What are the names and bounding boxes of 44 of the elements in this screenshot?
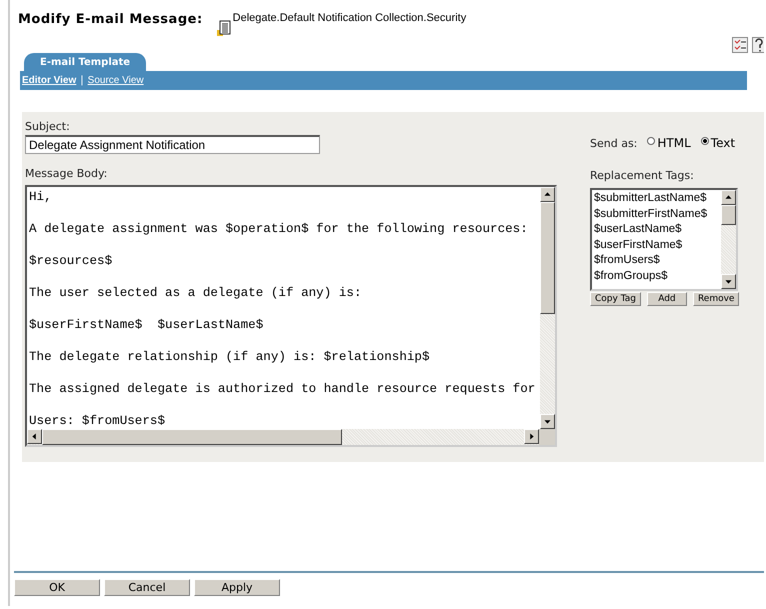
subject-field[interactable]: Delegate Assignment Notification	[25, 135, 320, 154]
tag-button[interactable]: Copy Tag	[590, 292, 641, 306]
document-icon	[216, 20, 231, 36]
action-button[interactable]: OK	[14, 579, 100, 596]
message-body-field[interactable]: Hi, A delegate assignment was $operation$ for the following resources: $resources$ The user selected as a delegate (if any) is: $userFirstName$ $userLastName$ The delegate relationship (if any) is: $relationship$ The assigned delegate is authorized to handle resource requests for Users: $fromUsers$	[25, 185, 557, 447]
tag-button[interactable]: Remove	[692, 292, 740, 306]
field-label: Subject:	[25, 120, 71, 133]
view-link[interactable]: Source View	[88, 75, 144, 86]
scroll-up-icon[interactable]	[721, 190, 736, 205]
scroll-left-icon[interactable]	[27, 429, 42, 444]
scrollbar-thumb[interactable]	[721, 205, 736, 225]
vertical-scrollbar[interactable]	[540, 187, 555, 429]
scroll-up-icon[interactable]	[540, 187, 555, 202]
field-label: Replacement Tags:	[590, 169, 695, 182]
scrollbar-thumb[interactable]	[540, 202, 555, 314]
scroll-down-icon[interactable]	[721, 274, 736, 289]
radio-button[interactable]	[647, 136, 656, 144]
tab[interactable]: E-mail Template	[24, 53, 146, 71]
tag-button[interactable]: Add	[646, 292, 687, 306]
separator: |	[80, 75, 84, 86]
tag-item[interactable]: $fromGroups$	[594, 268, 720, 284]
tag-item[interactable]: $userLastName$	[594, 222, 720, 238]
tag-item[interactable]: $submitterLastName$	[594, 191, 720, 206]
field-label: Send as:	[590, 136, 638, 150]
action-button[interactable]: Apply	[194, 579, 280, 596]
scroll-down-icon[interactable]	[540, 414, 555, 429]
tag-item[interactable]: $fromUsers$	[594, 253, 720, 268]
view-link[interactable]: Editor View	[22, 75, 76, 86]
radio-label: HTML	[657, 136, 691, 150]
radio-label: Text	[710, 136, 736, 150]
object-name: Delegate.Default Notification Collection.Security	[232, 12, 466, 24]
tag-item[interactable]: $userFirstName$	[594, 238, 720, 253]
scroll-right-icon[interactable]	[524, 429, 539, 444]
radio-button[interactable]	[700, 136, 709, 144]
scrollbar-corner	[539, 429, 555, 445]
horizontal-scrollbar[interactable]	[27, 429, 539, 445]
checklist-icon[interactable]	[732, 37, 748, 53]
field-label: Message Body:	[25, 167, 108, 180]
action-button[interactable]: Cancel	[104, 579, 190, 596]
help-icon[interactable]	[752, 37, 764, 53]
scrollbar-thumb[interactable]	[42, 429, 342, 445]
tag-item[interactable]: $submitterFirstName$	[594, 206, 720, 222]
vertical-scrollbar[interactable]	[721, 190, 736, 289]
page-title: Modify E-mail Message:	[18, 12, 203, 27]
